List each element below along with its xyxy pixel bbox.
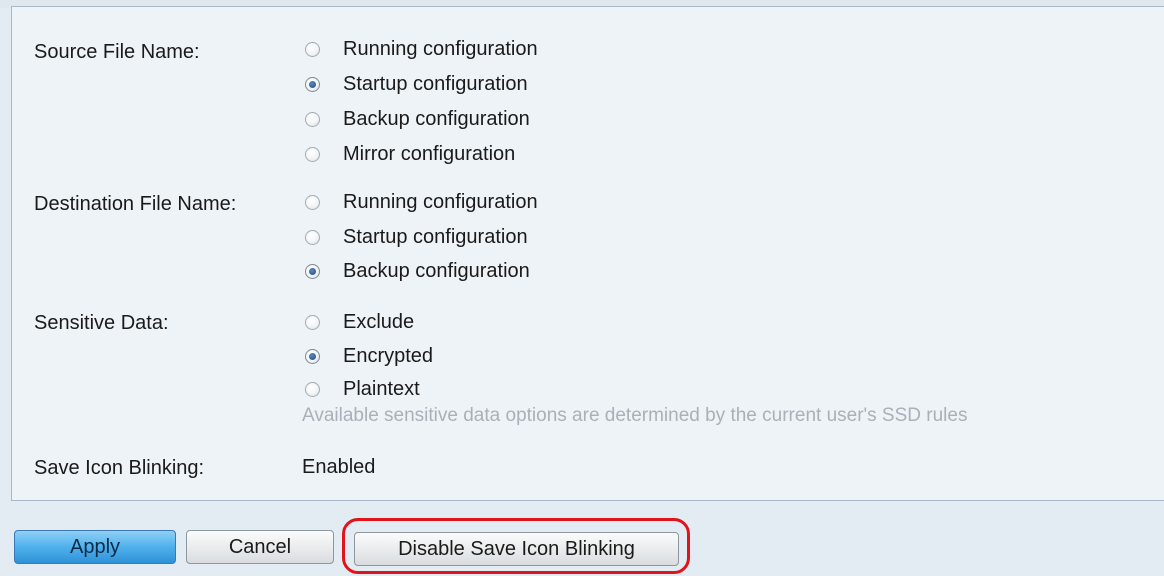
source-option-startup[interactable]: Startup configuration [302, 71, 528, 97]
radio-button[interactable] [305, 146, 320, 162]
sensitive-data-hint: Available sensitive data options are det… [302, 405, 968, 426]
destination-option-startup[interactable]: Startup configuration [302, 224, 528, 250]
radio-button-selected[interactable] [305, 263, 320, 279]
radio-button[interactable] [305, 314, 320, 330]
source-option-mirror[interactable]: Mirror configuration [302, 141, 515, 167]
option-label: Startup configuration [343, 226, 528, 248]
apply-button[interactable]: Apply [14, 530, 176, 564]
option-label: Plaintext [343, 378, 420, 400]
sensitive-option-exclude[interactable]: Exclude [302, 309, 414, 335]
option-label: Backup configuration [343, 260, 530, 282]
option-label: Backup configuration [343, 108, 530, 130]
save-icon-blinking-label: Save Icon Blinking: [34, 457, 205, 479]
destination-file-name-label: Destination File Name: [34, 193, 237, 215]
option-label: Exclude [343, 311, 415, 333]
disable-save-icon-blinking-button[interactable]: Disable Save Icon Blinking [354, 532, 679, 566]
destination-option-running[interactable]: Running configuration [302, 189, 538, 215]
sensitive-option-encrypted[interactable]: Encrypted [302, 343, 433, 369]
option-label: Startup configuration [343, 73, 528, 95]
option-label: Encrypted [343, 345, 434, 367]
radio-button[interactable] [305, 41, 320, 57]
radio-button[interactable] [305, 111, 320, 127]
source-file-name-label: Source File Name: [34, 41, 200, 63]
radio-button[interactable] [305, 229, 320, 245]
source-option-backup[interactable]: Backup configuration [302, 106, 530, 132]
radio-button[interactable] [305, 194, 320, 210]
sensitive-option-plaintext[interactable]: Plaintext [302, 376, 420, 402]
option-label: Running configuration [343, 191, 538, 213]
radio-button[interactable] [305, 381, 320, 397]
option-label: Mirror configuration [343, 143, 516, 165]
option-label: Running configuration [343, 38, 538, 60]
source-option-running[interactable]: Running configuration [302, 36, 538, 62]
radio-button-selected[interactable] [305, 76, 320, 92]
radio-button-selected[interactable] [305, 348, 320, 364]
save-icon-blinking-value: Enabled [302, 456, 376, 478]
destination-option-backup[interactable]: Backup configuration [302, 258, 530, 284]
cancel-button[interactable]: Cancel [186, 530, 334, 564]
sensitive-data-label: Sensitive Data: [34, 312, 169, 334]
